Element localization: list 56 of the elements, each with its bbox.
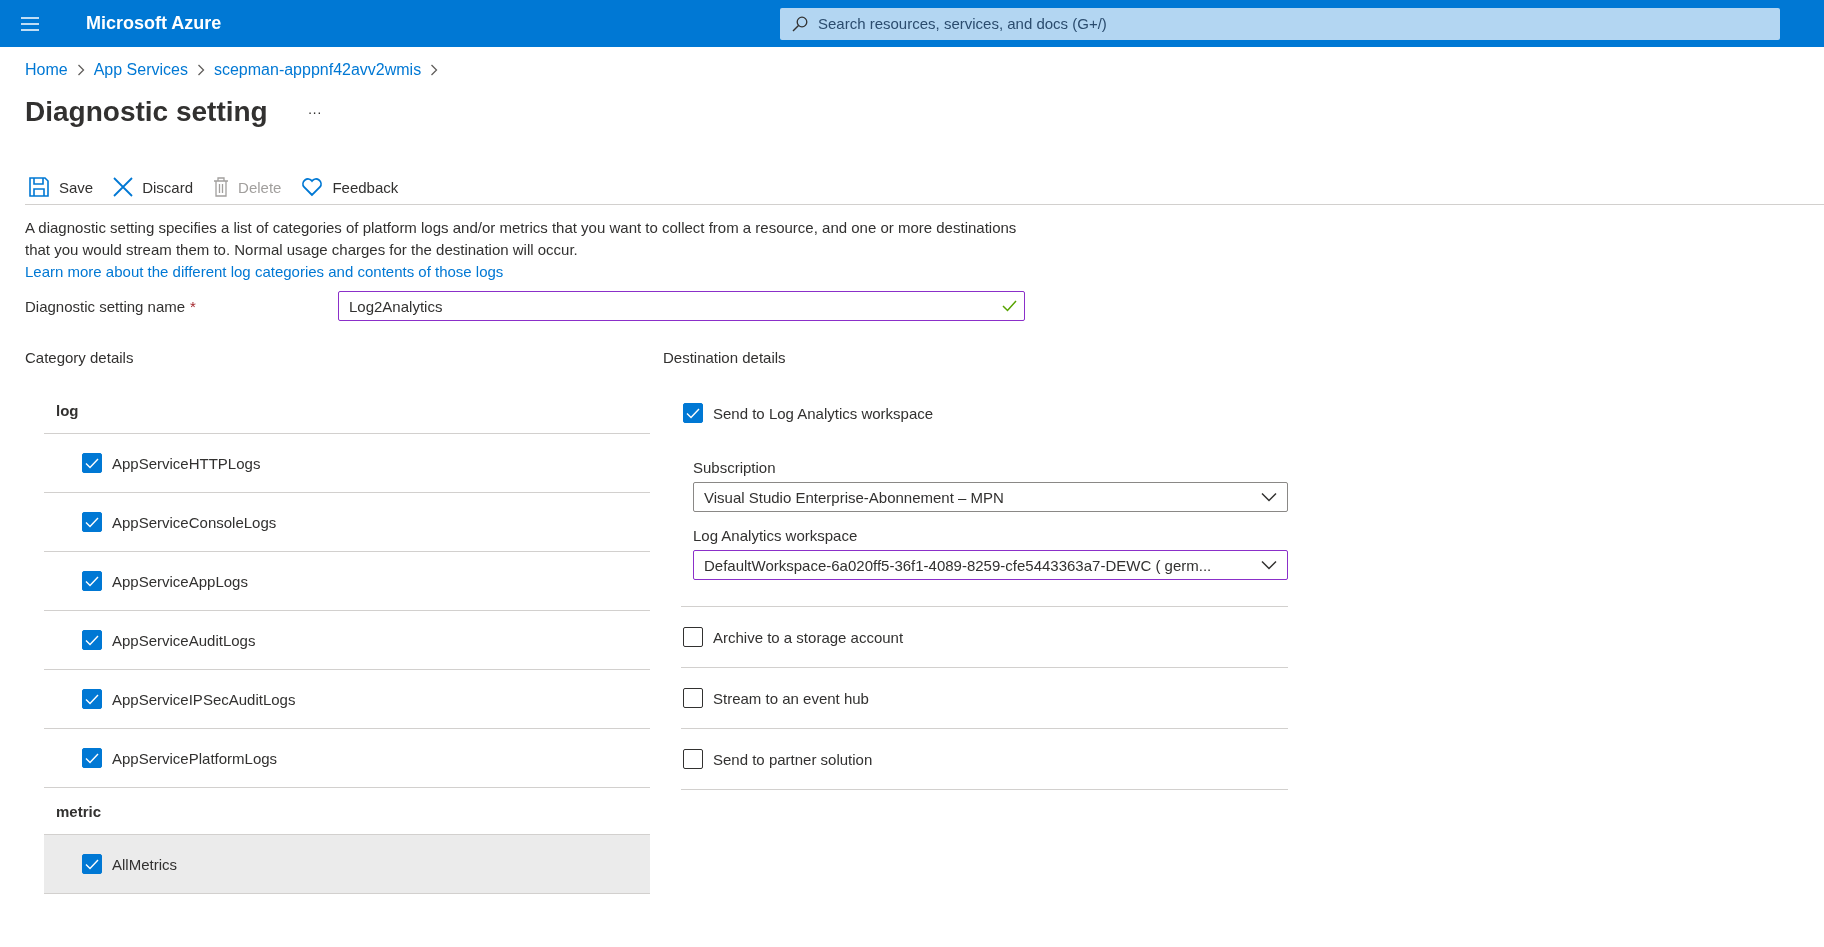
breadcrumb-link[interactable]: App Services (93, 61, 188, 79)
feedback-button[interactable]: Feedback (298, 172, 402, 202)
search-field[interactable]: Search resources, services, and docs (G+/) (780, 7, 1780, 40)
description-text: A diagnostic setting specifies a list of categories of platform logs and/or metrics that you want to collect from a resource, and one or more destinations that you would stream them to. Normal usage charges for the destination will occur. Learn more about the different log categories and contents of those logs (25, 218, 1018, 282)
checkbox[interactable] (82, 630, 102, 650)
page-title: Diagnostic setting (25, 96, 268, 128)
checkbox-label: AllMetrics (112, 855, 177, 873)
checkbox[interactable] (82, 689, 102, 709)
chevron-right-icon (430, 64, 439, 76)
group-title: log (56, 401, 79, 419)
checkbox[interactable] (683, 688, 703, 708)
dropdown-label: Subscription (693, 459, 776, 476)
name-field[interactable]: Log2Analytics (338, 291, 1025, 321)
menu-icon[interactable] (21, 16, 39, 31)
checkbox[interactable] (82, 571, 102, 591)
chevron-right-icon (76, 64, 85, 76)
learn-more-link[interactable]: Learn more about the different log categories and contents of those logs (25, 263, 504, 280)
checkbox-label: AppServiceAppLogs (112, 572, 248, 590)
selected-row[interactable]: AllMetrics (44, 835, 650, 894)
section-title: Destination details (663, 349, 786, 368)
discard-button[interactable]: Discard (110, 172, 197, 202)
group-title: metric (56, 802, 102, 820)
checkbox-label: Send to Log Analytics workspace (713, 404, 934, 422)
chevron-down-icon (1261, 492, 1277, 502)
save-button[interactable]: Save (25, 172, 97, 202)
checkbox-label: AppServiceIPSecAuditLogs (112, 690, 296, 708)
checkbox-label: AppServicePlatformLogs (112, 749, 278, 767)
trash-icon (213, 177, 230, 197)
dropdown-label: Log Analytics workspace (693, 527, 858, 544)
search-icon (792, 15, 808, 32)
checkbox[interactable] (683, 403, 703, 423)
breadcrumb-link[interactable]: Home (25, 61, 68, 79)
checkbox-label: Archive to a storage account (713, 628, 904, 646)
checkbox[interactable] (82, 453, 102, 473)
field-label: Diagnostic setting name (25, 297, 186, 315)
checkbox-label: Send to partner solution (713, 750, 873, 768)
checkbox[interactable] (683, 627, 703, 647)
checkbox-label: AppServiceConsoleLogs (112, 513, 277, 531)
checkbox-label: AppServiceHTTPLogs (112, 454, 261, 472)
chevron-down-icon (1261, 560, 1277, 570)
heart-icon (301, 177, 324, 197)
checkbox-label: AppServiceAuditLogs (112, 631, 256, 649)
section-title: Category details (25, 349, 134, 368)
checkbox[interactable] (683, 749, 703, 769)
dropdown[interactable]: Visual Studio Enterprise-Abonnement – MPN (693, 482, 1288, 512)
checkbox[interactable] (82, 854, 102, 874)
checkbox[interactable] (82, 512, 102, 532)
breadcrumb-link[interactable]: scepman-apppnf42avv2wmis (213, 61, 422, 79)
dropdown[interactable]: DefaultWorkspace-6a020ff5-36f1-4089-8259-cfe5443363a7-DEWC ( germ... (693, 550, 1288, 580)
checkbox-label: Stream to an event hub (713, 689, 869, 707)
brand-title: Microsoft Azure (86, 13, 223, 34)
checkbox[interactable] (82, 748, 102, 768)
x-icon (113, 177, 134, 197)
chevron-right-icon (196, 64, 205, 76)
more-button[interactable]: ··· (303, 102, 326, 122)
required-marker: * (190, 297, 196, 315)
